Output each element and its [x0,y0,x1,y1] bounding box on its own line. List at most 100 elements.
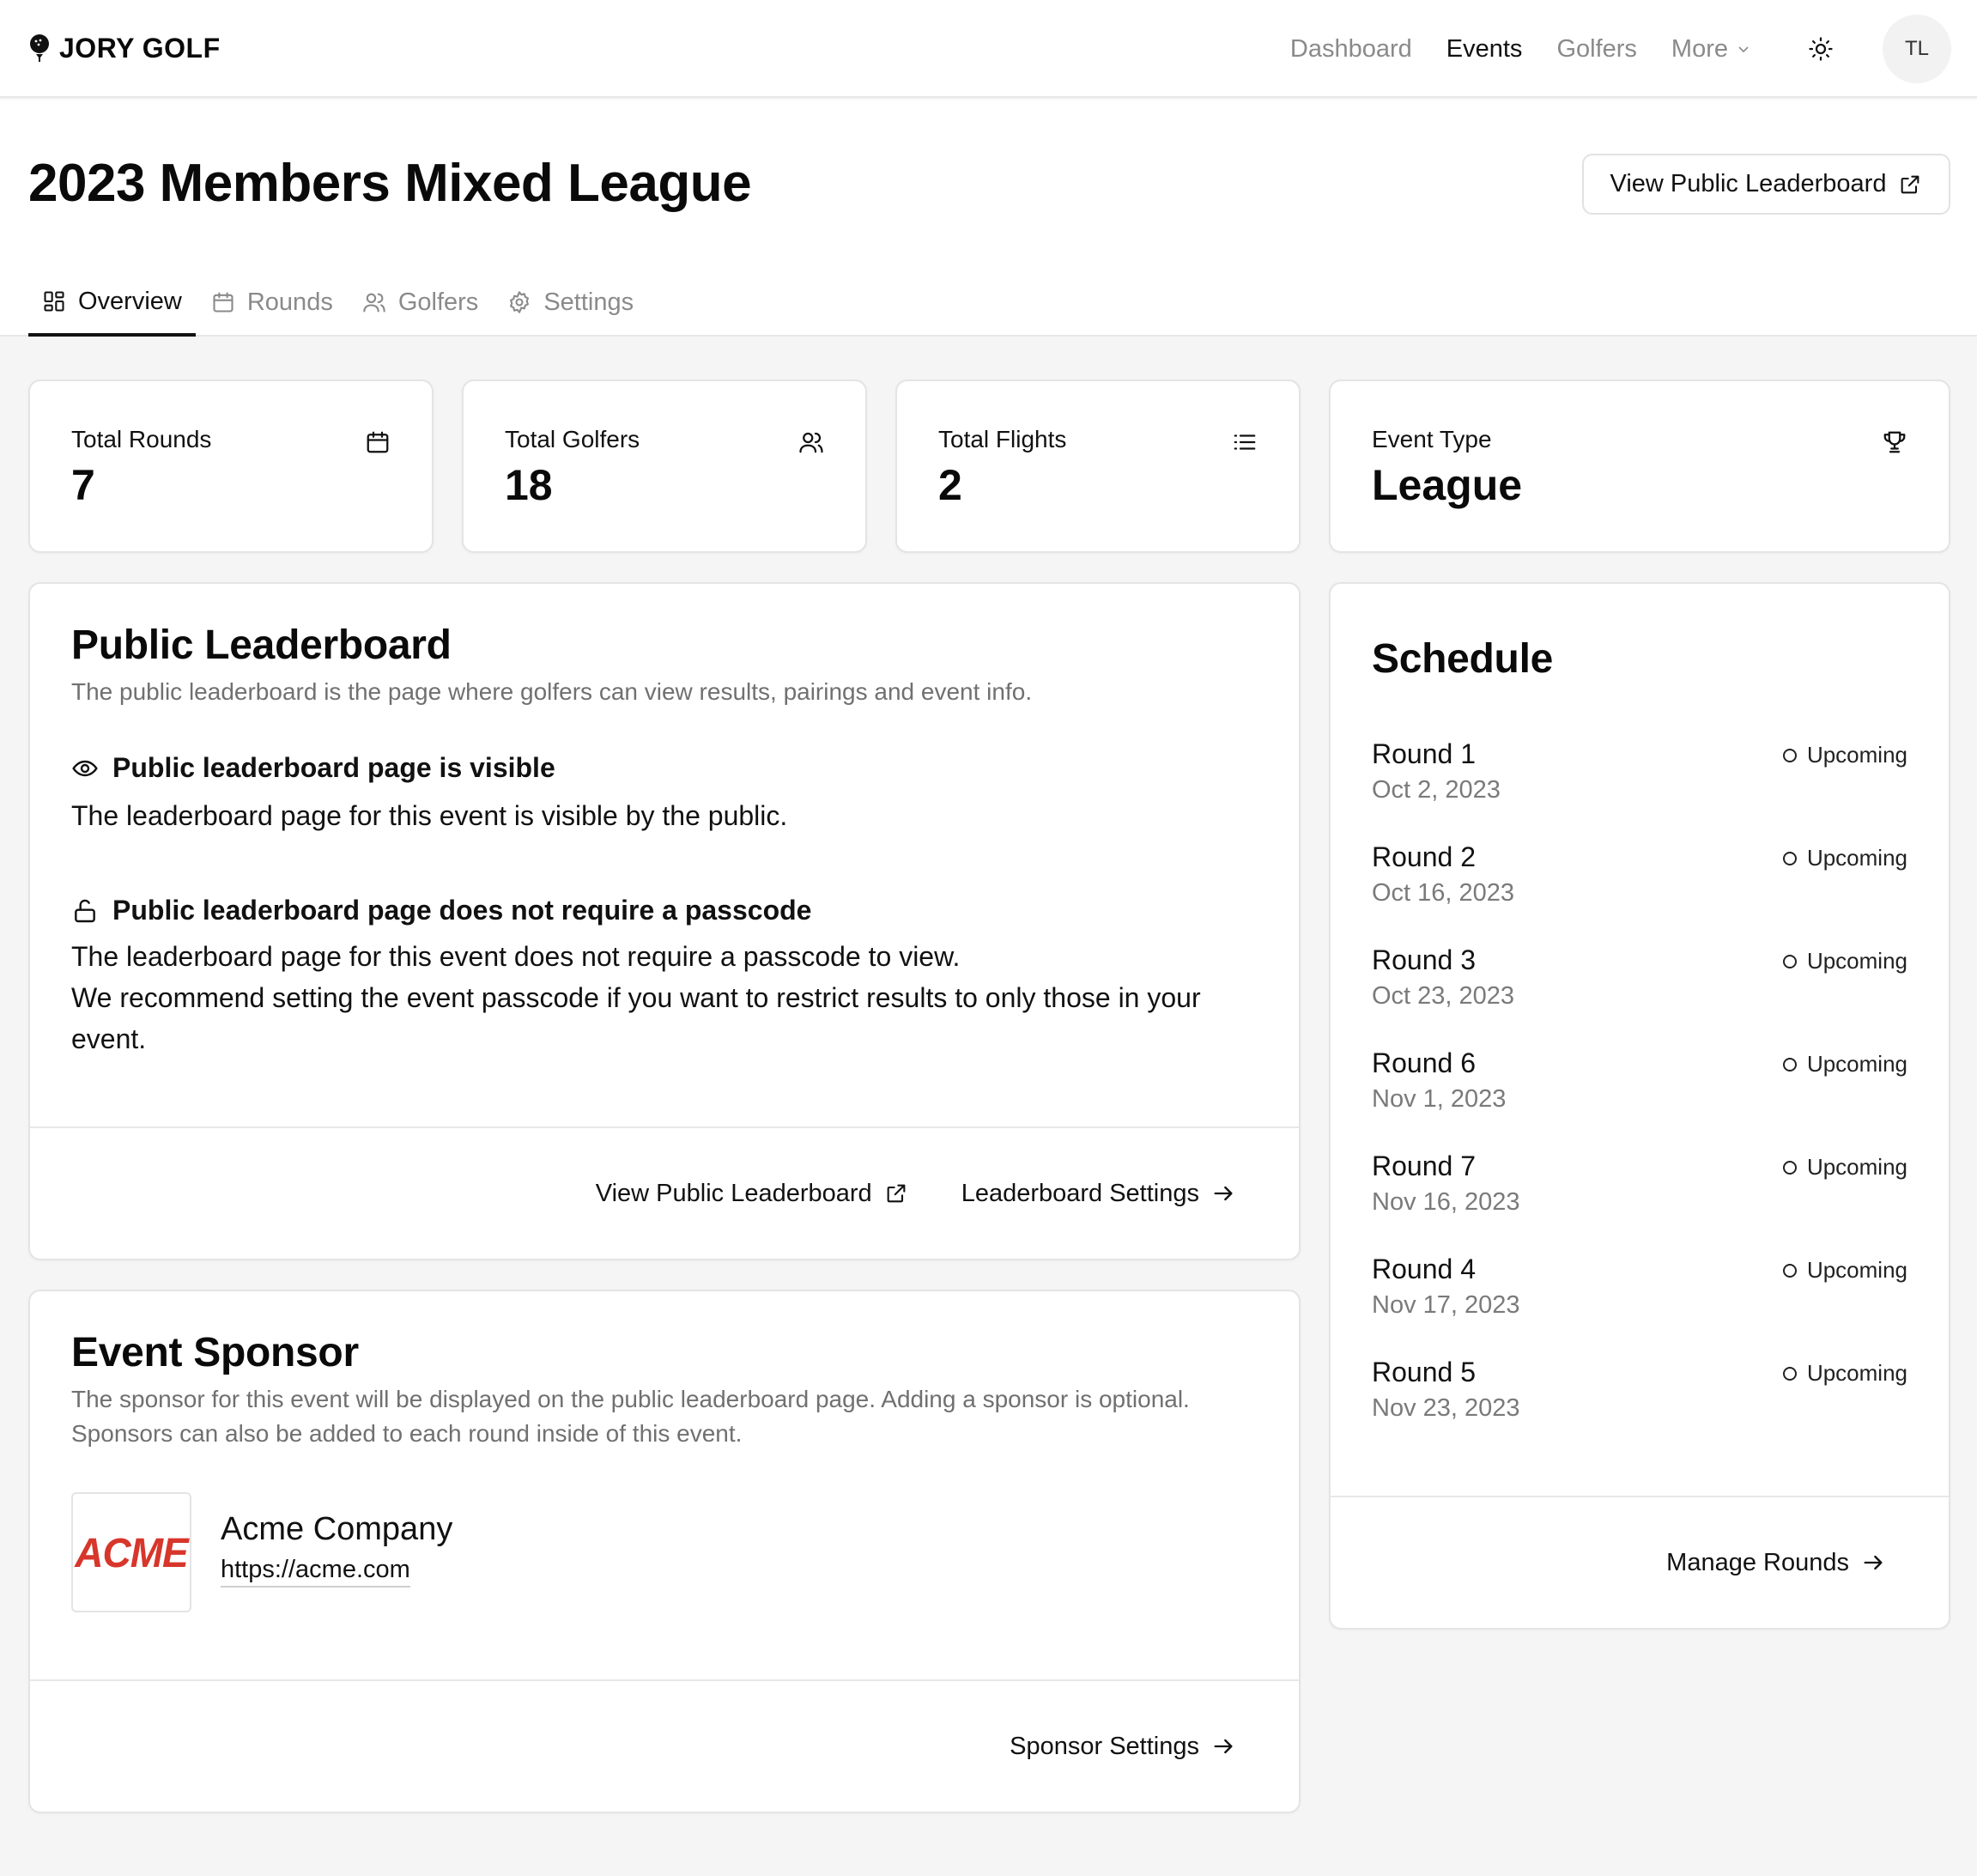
circle-icon [1782,748,1797,762]
circle-icon [1782,1263,1797,1278]
round-date: Oct 23, 2023 [1372,982,1515,1010]
card-description: The sponsor for this event will be displ… [71,1386,1190,1447]
stat-card-rounds: Total Rounds 7 [28,379,434,553]
card-title: Public Leaderboard [71,622,452,668]
stat-card-flights: Total Flights 2 [895,379,1301,553]
card-description: The public leaderboard is the page where… [71,678,1033,705]
status-text: Upcoming [1806,1154,1907,1180]
tab-overview[interactable]: Overview [28,270,196,337]
passcode-heading: Public leaderboard page does not require… [71,895,811,926]
schedule-row[interactable]: Round 6 Nov 1, 2023 Upcoming [1372,1047,1907,1125]
sponsor-settings-link[interactable]: Sponsor Settings [1010,1733,1235,1761]
status-badge: Upcoming [1782,1257,1907,1284]
arrow-right-icon [1861,1551,1885,1575]
tab-overview-label: Overview [78,287,182,315]
event-sponsor-card: Event Sponsor The sponsor for this event… [28,1290,1301,1813]
round-date: Oct 16, 2023 [1372,879,1515,907]
sponsor-name: Acme Company [221,1511,453,1547]
nav-events[interactable]: Events [1446,35,1523,64]
brand-name: JORY GOLF [59,32,221,64]
passcode-text: The leaderboard page for this event does… [71,936,1264,1059]
tab-settings[interactable]: Settings [494,270,647,335]
card-footer: Manage Rounds [1331,1496,1949,1628]
tab-golfers-label: Golfers [397,288,479,316]
schedule-row[interactable]: Round 4 Nov 17, 2023 Upcoming [1372,1254,1907,1331]
round-date: Nov 17, 2023 [1372,1291,1520,1319]
schedule-row[interactable]: Round 3 Oct 23, 2023 Upcoming [1372,944,1907,1022]
nav-golfers[interactable]: Golfers [1556,35,1636,64]
schedule-row[interactable]: Round 7 Nov 16, 2023 Upcoming [1372,1150,1907,1228]
event-header: 2023 Members Mixed League View Public Le… [0,100,1977,337]
public-button-label: View Public Leaderboard [1610,170,1887,197]
chevron-down-icon [1737,42,1750,56]
visibility-text: The leaderboard page for this event is v… [71,800,788,831]
calendar-icon [211,290,235,314]
visibility-heading: Public leaderboard page is visible [71,752,555,784]
stat-value: 18 [505,461,553,509]
tab-settings-label: Settings [543,288,634,316]
card-footer: View Public Leaderboard Leaderboard Sett… [30,1126,1299,1259]
stat-label: Total Rounds [71,426,212,452]
nav-more[interactable]: More [1671,35,1750,64]
golf-ball-icon [28,33,51,63]
list-icon [1232,429,1258,455]
circle-icon [1782,1366,1797,1381]
stat-value: League [1372,461,1523,509]
round-name: Round 1 [1372,738,1476,769]
circle-icon [1782,1160,1797,1175]
eye-icon [71,755,99,782]
public-leaderboard-card: Public Leaderboard The public leaderboar… [28,582,1301,1260]
top-navigation: JORY GOLF Dashboard Events Golfers More … [0,0,1977,98]
round-name: Round 5 [1372,1357,1476,1387]
manage-rounds-label: Manage Rounds [1666,1548,1849,1576]
status-text: Upcoming [1806,1360,1907,1386]
schedule-row[interactable]: Round 5 Nov 23, 2023 Upcoming [1372,1357,1907,1434]
users-icon [798,429,824,455]
brand[interactable]: JORY GOLF [28,29,221,67]
stat-label: Total Flights [938,426,1067,452]
stat-value: 2 [938,461,962,509]
round-name: Round 3 [1372,944,1476,975]
external-link-icon [884,1181,908,1205]
status-text: Upcoming [1806,1257,1907,1283]
sponsor-settings-label: Sponsor Settings [1010,1732,1199,1760]
round-name: Round 2 [1372,841,1476,872]
avatar[interactable]: TL [1883,15,1951,83]
round-date: Nov 23, 2023 [1372,1394,1520,1422]
theme-toggle-button[interactable] [1802,30,1840,68]
manage-rounds-link[interactable]: Manage Rounds [1666,1549,1885,1577]
tab-golfers[interactable]: Golfers [349,270,492,335]
stat-value: 7 [71,461,95,509]
stat-card-event-type: Event Type League [1329,379,1950,553]
round-date: Nov 16, 2023 [1372,1188,1520,1216]
arrow-right-icon [1211,1734,1235,1758]
circle-icon [1782,1057,1797,1072]
leaderboard-settings-link[interactable]: Leaderboard Settings [961,1180,1235,1208]
stat-card-golfers: Total Golfers 18 [462,379,867,553]
tab-rounds[interactable]: Rounds [197,270,347,335]
passcode-heading-text: Public leaderboard page does not require… [112,895,812,926]
view-leaderboard-link-label: View Public Leaderboard [595,1179,872,1207]
gear-icon [507,290,531,314]
round-date: Oct 2, 2023 [1372,776,1501,804]
visibility-heading-text: Public leaderboard page is visible [112,752,555,783]
view-public-leaderboard-button[interactable]: View Public Leaderboard [1582,154,1950,215]
overview-grid-icon [42,289,66,313]
round-date: Nov 1, 2023 [1372,1085,1507,1113]
status-text: Upcoming [1806,1051,1907,1077]
status-badge: Upcoming [1782,948,1907,974]
event-tabs: Overview Rounds Golfers Settings [28,270,649,337]
main-nav: Dashboard Events Golfers More TL [1256,0,1977,98]
sponsor-logo: ACME [71,1492,191,1612]
page-title: 2023 Members Mixed League [28,154,752,213]
lock-open-icon [71,897,99,925]
circle-icon [1782,851,1797,865]
nav-dashboard[interactable]: Dashboard [1290,35,1412,64]
tab-rounds-label: Rounds [246,288,333,316]
schedule-row[interactable]: Round 2 Oct 16, 2023 Upcoming [1372,841,1907,919]
users-icon [362,290,386,314]
sponsor-url-link[interactable]: https://acme.com [221,1556,410,1588]
view-public-leaderboard-link[interactable]: View Public Leaderboard [596,1180,908,1208]
schedule-row[interactable]: Round 1 Oct 2, 2023 Upcoming [1372,738,1907,816]
card-footer: Sponsor Settings [30,1679,1299,1812]
